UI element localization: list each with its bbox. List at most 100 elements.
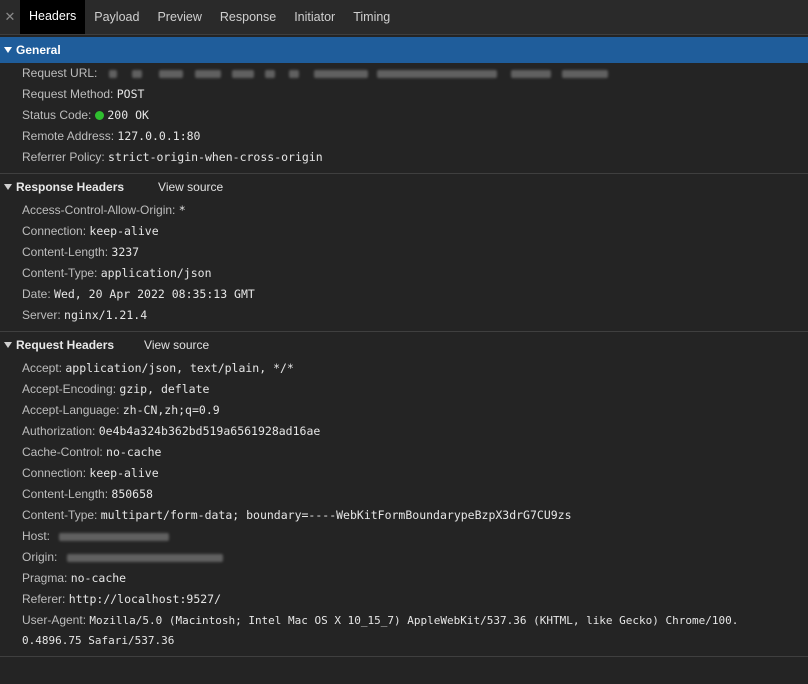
request-header-row: Accept: application/json, text/plain, */…: [22, 358, 294, 379]
header-value: strict-origin-when-cross-origin: [108, 150, 323, 164]
header-key: Server:: [22, 308, 61, 322]
response-header-row: Content-Type: application/json: [22, 263, 212, 284]
header-key: Connection:: [22, 466, 87, 480]
general-row-status-code: Status Code: 200 OK: [22, 105, 149, 126]
header-value: 127.0.0.1:80: [117, 129, 201, 143]
header-value-continuation: 0.4896.75 Safari/537.36: [22, 634, 175, 647]
response-headers-title: Response Headers: [16, 180, 125, 194]
tab-payload[interactable]: Payload: [85, 0, 148, 34]
view-source-link[interactable]: View source: [158, 180, 223, 194]
header-key: Pragma:: [22, 571, 68, 585]
header-key: Referrer Policy:: [22, 150, 105, 164]
expand-triangle-icon: [4, 342, 12, 348]
response-header-row: Server: nginx/1.21.4: [22, 305, 147, 326]
header-value: 850658: [111, 487, 153, 501]
user-agent-continuation: 0.4896.75 Safari/537.36: [22, 630, 174, 651]
header-key: Referer:: [22, 592, 66, 606]
header-key: User-Agent:: [22, 613, 87, 627]
header-value: *: [178, 203, 186, 217]
header-value: Wed, 20 Apr 2022 08:35:13 GMT: [54, 287, 255, 301]
header-key: Cache-Control:: [22, 445, 103, 459]
header-value: 0e4b4a324b362bd519a6561928ad16ae: [98, 424, 321, 438]
header-value: keep-alive: [89, 224, 159, 238]
close-icon[interactable]: ✕: [0, 0, 20, 34]
request-header-row: Authorization: 0e4b4a324b362bd519a656192…: [22, 421, 320, 442]
request-header-row-user-agent: User-Agent: Mozilla/5.0 (Macintosh; Inte…: [22, 610, 738, 631]
request-header-row: Cache-Control: no-cache: [22, 442, 161, 463]
request-header-row-origin: Origin:: [22, 547, 223, 568]
header-key: Request Method:: [22, 87, 114, 101]
header-key: Authorization:: [22, 424, 96, 438]
header-key: Accept-Language:: [22, 403, 120, 417]
request-headers-section-header[interactable]: Request Headers View source: [0, 332, 808, 358]
general-row-request-url: Request URL:: [22, 63, 609, 84]
general-section-header[interactable]: General: [0, 37, 808, 63]
header-value: keep-alive: [89, 466, 159, 480]
header-key: Accept-Encoding:: [22, 382, 117, 396]
header-value: no-cache: [106, 445, 162, 459]
request-header-row-host: Host:: [22, 526, 170, 547]
header-key: Remote Address:: [22, 129, 115, 143]
request-header-row: Connection: keep-alive: [22, 463, 159, 484]
header-key: Origin:: [22, 550, 58, 564]
header-key: Date:: [22, 287, 51, 301]
response-header-row: Date: Wed, 20 Apr 2022 08:35:13 GMT: [22, 284, 255, 305]
header-value: no-cache: [70, 571, 127, 585]
redacted-value: [132, 69, 143, 78]
header-value: nginx/1.21.4: [64, 308, 148, 322]
expand-triangle-icon: [4, 184, 12, 190]
header-key: Request URL:: [22, 66, 98, 80]
header-key: Connection:: [22, 224, 87, 238]
header-value: application/json: [100, 266, 212, 280]
redacted-value: [562, 69, 609, 78]
redacted-value: [194, 69, 221, 78]
expand-triangle-icon: [4, 47, 12, 53]
tab-response[interactable]: Response: [211, 0, 285, 34]
header-key: Host:: [22, 529, 51, 543]
header-key: Content-Type:: [22, 508, 98, 522]
request-header-row: Pragma: no-cache: [22, 568, 126, 589]
request-header-row: Referer: http://localhost:9527/: [22, 589, 221, 610]
header-value: application/json, text/plain, */*: [65, 361, 294, 375]
redacted-value: [265, 69, 276, 78]
redacted-value: [314, 69, 369, 78]
header-value: http://localhost:9527/: [68, 592, 222, 606]
header-value: POST: [116, 87, 145, 101]
view-source-link[interactable]: View source: [144, 338, 209, 352]
general-row-referrer-policy: Referrer Policy: strict-origin-when-cros…: [22, 147, 323, 168]
request-headers-title: Request Headers: [16, 338, 115, 352]
header-value: multipart/form-data; boundary=----WebKit…: [100, 508, 572, 522]
response-header-row: Content-Length: 3237: [22, 242, 139, 263]
response-headers-section-header[interactable]: Response Headers View source: [0, 174, 808, 200]
redacted-value: [59, 532, 170, 541]
header-value: 3237: [111, 245, 140, 259]
header-key: Status Code:: [22, 108, 92, 122]
header-value: Mozilla/5.0 (Macintosh; Intel Mac OS X 1…: [89, 614, 739, 627]
header-value: 200 OK: [107, 108, 149, 122]
header-key: Content-Length:: [22, 487, 109, 501]
general-row-remote-address: Remote Address: 127.0.0.1:80: [22, 126, 200, 147]
redacted-value: [377, 69, 498, 78]
response-header-row: Connection: keep-alive: [22, 221, 159, 242]
redacted-value: [232, 69, 255, 78]
status-ok-icon: [95, 111, 105, 120]
redacted-value: [159, 69, 184, 78]
header-key: Content-Length:: [22, 245, 109, 259]
header-value: gzip, deflate: [119, 382, 210, 396]
tab-preview[interactable]: Preview: [148, 0, 210, 34]
request-header-row: Accept-Encoding: gzip, deflate: [22, 379, 209, 400]
header-key: Accept:: [22, 361, 63, 375]
request-header-row: Accept-Language: zh-CN,zh;q=0.9: [22, 400, 220, 421]
section-divider: [0, 656, 808, 657]
response-header-row: Access-Control-Allow-Origin: *: [22, 200, 186, 221]
redacted-value: [510, 69, 551, 78]
tab-headers[interactable]: Headers: [20, 0, 86, 34]
tab-timing[interactable]: Timing: [344, 0, 399, 34]
general-row-request-method: Request Method: POST: [22, 84, 144, 105]
general-title: General: [16, 43, 61, 57]
devtools-tab-bar: ✕ Headers Payload Preview Response Initi…: [0, 0, 808, 35]
redacted-value: [288, 69, 299, 78]
header-key: Access-Control-Allow-Origin:: [22, 203, 176, 217]
tab-initiator[interactable]: Initiator: [285, 0, 344, 34]
header-value: zh-CN,zh;q=0.9: [122, 403, 220, 417]
